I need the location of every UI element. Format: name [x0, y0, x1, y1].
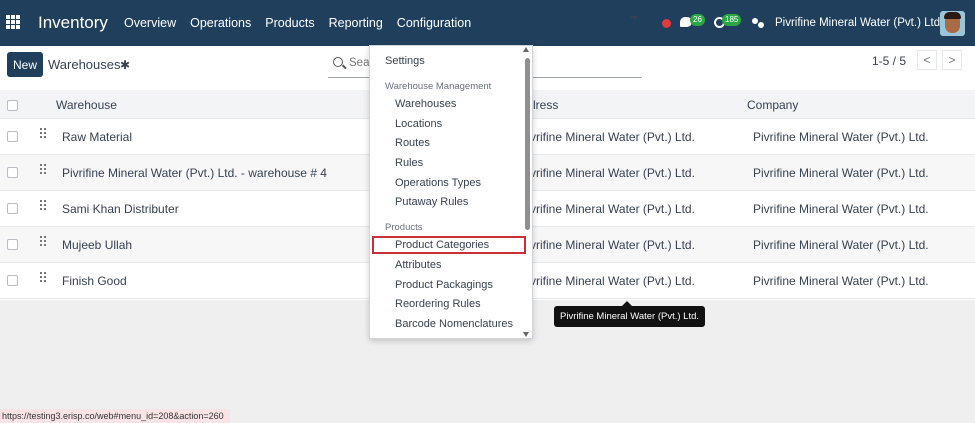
cell-company: Pivrifine Mineral Water (Pvt.) Ltd. [753, 166, 929, 180]
company-name[interactable]: Pivrifine Mineral Water (Pvt.) Ltd. [775, 17, 943, 29]
drag-handle-icon[interactable] [40, 164, 48, 176]
row-checkbox[interactable] [7, 167, 18, 178]
cell-warehouse: Finish Good [62, 274, 127, 288]
apps-menu-icon[interactable] [6, 15, 20, 29]
cell-company: Pivrifine Mineral Water (Pvt.) Ltd. [753, 274, 929, 288]
chat-count-badge: 26 [690, 14, 705, 26]
cell-warehouse: Raw Material [62, 130, 133, 144]
scroll-up-icon[interactable] [523, 47, 529, 52]
gear-icon[interactable]: ✱ [120, 58, 130, 72]
breadcrumb: Warehouses [48, 57, 121, 72]
search-icon[interactable] [333, 57, 343, 67]
column-header-warehouse[interactable]: Warehouse [56, 98, 117, 112]
row-checkbox[interactable] [7, 131, 18, 142]
status-url: https://testing3.erisp.co/web#menu_id=20… [0, 409, 230, 423]
pager-prev-button[interactable]: < [917, 50, 937, 70]
column-header-company[interactable]: Company [747, 98, 798, 112]
menu-item-operations-types[interactable]: Operations Types [395, 177, 481, 189]
drag-handle-icon[interactable] [40, 236, 48, 248]
cell-company: Pivrifine Mineral Water (Pvt.) Ltd. [753, 130, 929, 144]
cell-company: Pivrifine Mineral Water (Pvt.) Ltd. [753, 202, 929, 216]
menu-item-product-packagings[interactable]: Product Packagings [395, 279, 493, 291]
company-switch-icon[interactable] [752, 18, 764, 28]
cell-address: vrifine Mineral Water (Pvt.) Ltd. [530, 274, 695, 288]
cell-warehouse: Mujeeb Ullah [62, 238, 133, 252]
new-button[interactable]: New [7, 52, 43, 77]
menu-header-products: Products [385, 222, 423, 233]
nav-reporting[interactable]: Reporting [329, 16, 383, 30]
nav-configuration[interactable]: Configuration [397, 16, 471, 30]
menu-item-warehouses[interactable]: Warehouses [395, 98, 456, 110]
drag-handle-icon[interactable] [40, 200, 48, 212]
column-header-address[interactable]: lress [533, 98, 558, 112]
menu-item-reordering-rules[interactable]: Reordering Rules [395, 298, 481, 310]
cell-warehouse: Pivrifine Mineral Water (Pvt.) Ltd. - wa… [62, 166, 327, 180]
cell-address: vrifine Mineral Water (Pvt.) Ltd. [530, 202, 695, 216]
chevron-down-icon[interactable] [630, 16, 638, 20]
user-avatar[interactable] [940, 11, 965, 36]
menu-item-product-categories[interactable]: Product Categories [395, 239, 489, 251]
menu-item-rules[interactable]: Rules [395, 157, 423, 169]
menu-item-routes[interactable]: Routes [395, 137, 430, 149]
menu-item-attributes[interactable]: Attributes [395, 259, 441, 271]
tooltip: Pivrifine Mineral Water (Pvt.) Ltd. [554, 301, 706, 327]
app-title[interactable]: Inventory [38, 13, 108, 33]
row-checkbox[interactable] [7, 275, 18, 286]
row-checkbox[interactable] [7, 239, 18, 250]
pager-value[interactable]: 1-5 / 5 [872, 54, 906, 68]
nav-products[interactable]: Products [265, 16, 314, 30]
menu-header-warehouse-management: Warehouse Management [385, 81, 492, 92]
menu-item-locations[interactable]: Locations [395, 118, 442, 130]
scrollbar-thumb[interactable] [525, 58, 530, 230]
configuration-dropdown: Settings Warehouse Management Warehouses… [369, 45, 533, 339]
scroll-down-icon[interactable] [523, 332, 529, 337]
menu-item-settings[interactable]: Settings [385, 55, 425, 67]
cell-address: vrifine Mineral Water (Pvt.) Ltd. [530, 238, 695, 252]
cell-warehouse: Sami Khan Distributer [62, 202, 179, 216]
drag-handle-icon[interactable] [40, 128, 48, 140]
menu-item-barcode-nomenclatures[interactable]: Barcode Nomenclatures [395, 318, 513, 330]
nav-overview[interactable]: Overview [124, 16, 176, 30]
nav-operations[interactable]: Operations [190, 16, 251, 30]
main-nav: Overview Operations Products Reporting C… [124, 16, 485, 30]
cell-address: vrifine Mineral Water (Pvt.) Ltd. [530, 166, 695, 180]
activity-count-badge: 185 [722, 14, 742, 26]
drag-handle-icon[interactable] [40, 272, 48, 284]
row-checkbox[interactable] [7, 203, 18, 214]
top-navbar: Inventory Overview Operations Products R… [0, 0, 975, 46]
status-dot-icon[interactable] [662, 19, 671, 28]
select-all-checkbox[interactable] [7, 100, 18, 111]
pager-next-button[interactable]: > [942, 50, 962, 70]
cell-company: Pivrifine Mineral Water (Pvt.) Ltd. [753, 238, 929, 252]
menu-item-putaway-rules[interactable]: Putaway Rules [395, 196, 468, 208]
cell-address: vrifine Mineral Water (Pvt.) Ltd. [530, 130, 695, 144]
